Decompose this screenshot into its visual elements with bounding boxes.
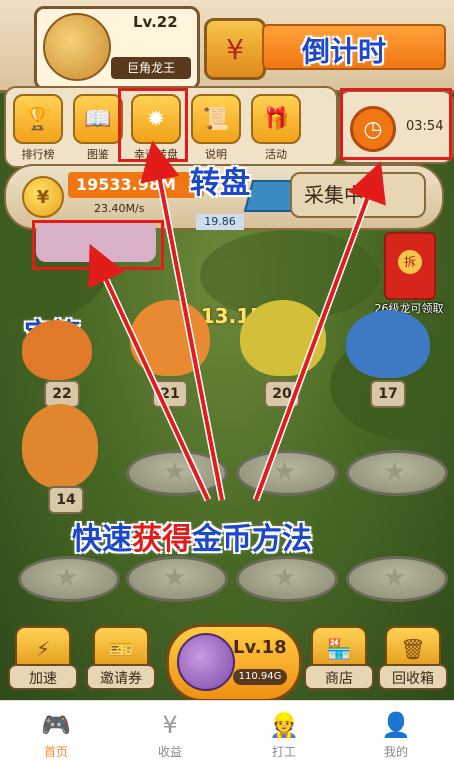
- profile-icon: 👤: [381, 711, 411, 739]
- tab-work[interactable]: 👷 打工: [244, 711, 324, 760]
- buy-pet-level: Lv.18: [233, 637, 287, 658]
- invite-ticket-label: 邀请券: [86, 664, 156, 690]
- buy-pet-price: 110.94G: [233, 669, 287, 685]
- tab-label: 打工: [271, 745, 296, 759]
- buy-pet-button[interactable]: Lv.18 110.94G: [166, 624, 302, 700]
- tab-earnings[interactable]: ¥ 收益: [130, 711, 210, 760]
- annotation-method: 快速获得金币方法: [72, 514, 312, 558]
- recycle-bin-button[interactable]: 🗑 回收箱: [378, 626, 448, 690]
- annotation-method-part: 获得: [132, 522, 192, 557]
- pet-avatar: [177, 633, 235, 691]
- tab-label: 收益: [157, 745, 182, 759]
- gamepad-icon: 🎮: [41, 711, 71, 739]
- bottom-tab-bar: 🎮 首页 ¥ 收益 👷 打工 👤 我的: [0, 700, 454, 772]
- annotation-method-part: 快速: [72, 522, 132, 557]
- tab-profile[interactable]: 👤 我的: [356, 711, 436, 760]
- shop-label: 商店: [304, 664, 374, 690]
- invite-ticket-button[interactable]: 🎫 邀请券: [86, 626, 156, 690]
- worker-icon: 👷: [269, 711, 299, 739]
- tab-home[interactable]: 🎮 首页: [16, 711, 96, 760]
- game-scene: Lv.22 巨角龙王 ¥ 倒计时 🏆 排行榜 📖 图鉴 ✹ 幸运转盘 📜 说明 …: [0, 0, 454, 700]
- tab-label: 我的: [383, 745, 408, 759]
- tab-label: 首页: [43, 745, 68, 759]
- wallet-icon: ¥: [162, 711, 178, 739]
- shop-button[interactable]: 🏪 商店: [304, 626, 374, 690]
- recycle-bin-label: 回收箱: [378, 664, 448, 690]
- speed-up-button[interactable]: ⚡ 加速: [8, 626, 78, 690]
- speed-up-label: 加速: [8, 664, 78, 690]
- annotation-method-part: 金币方法: [192, 522, 312, 557]
- annotation-arrows: [88, 140, 386, 502]
